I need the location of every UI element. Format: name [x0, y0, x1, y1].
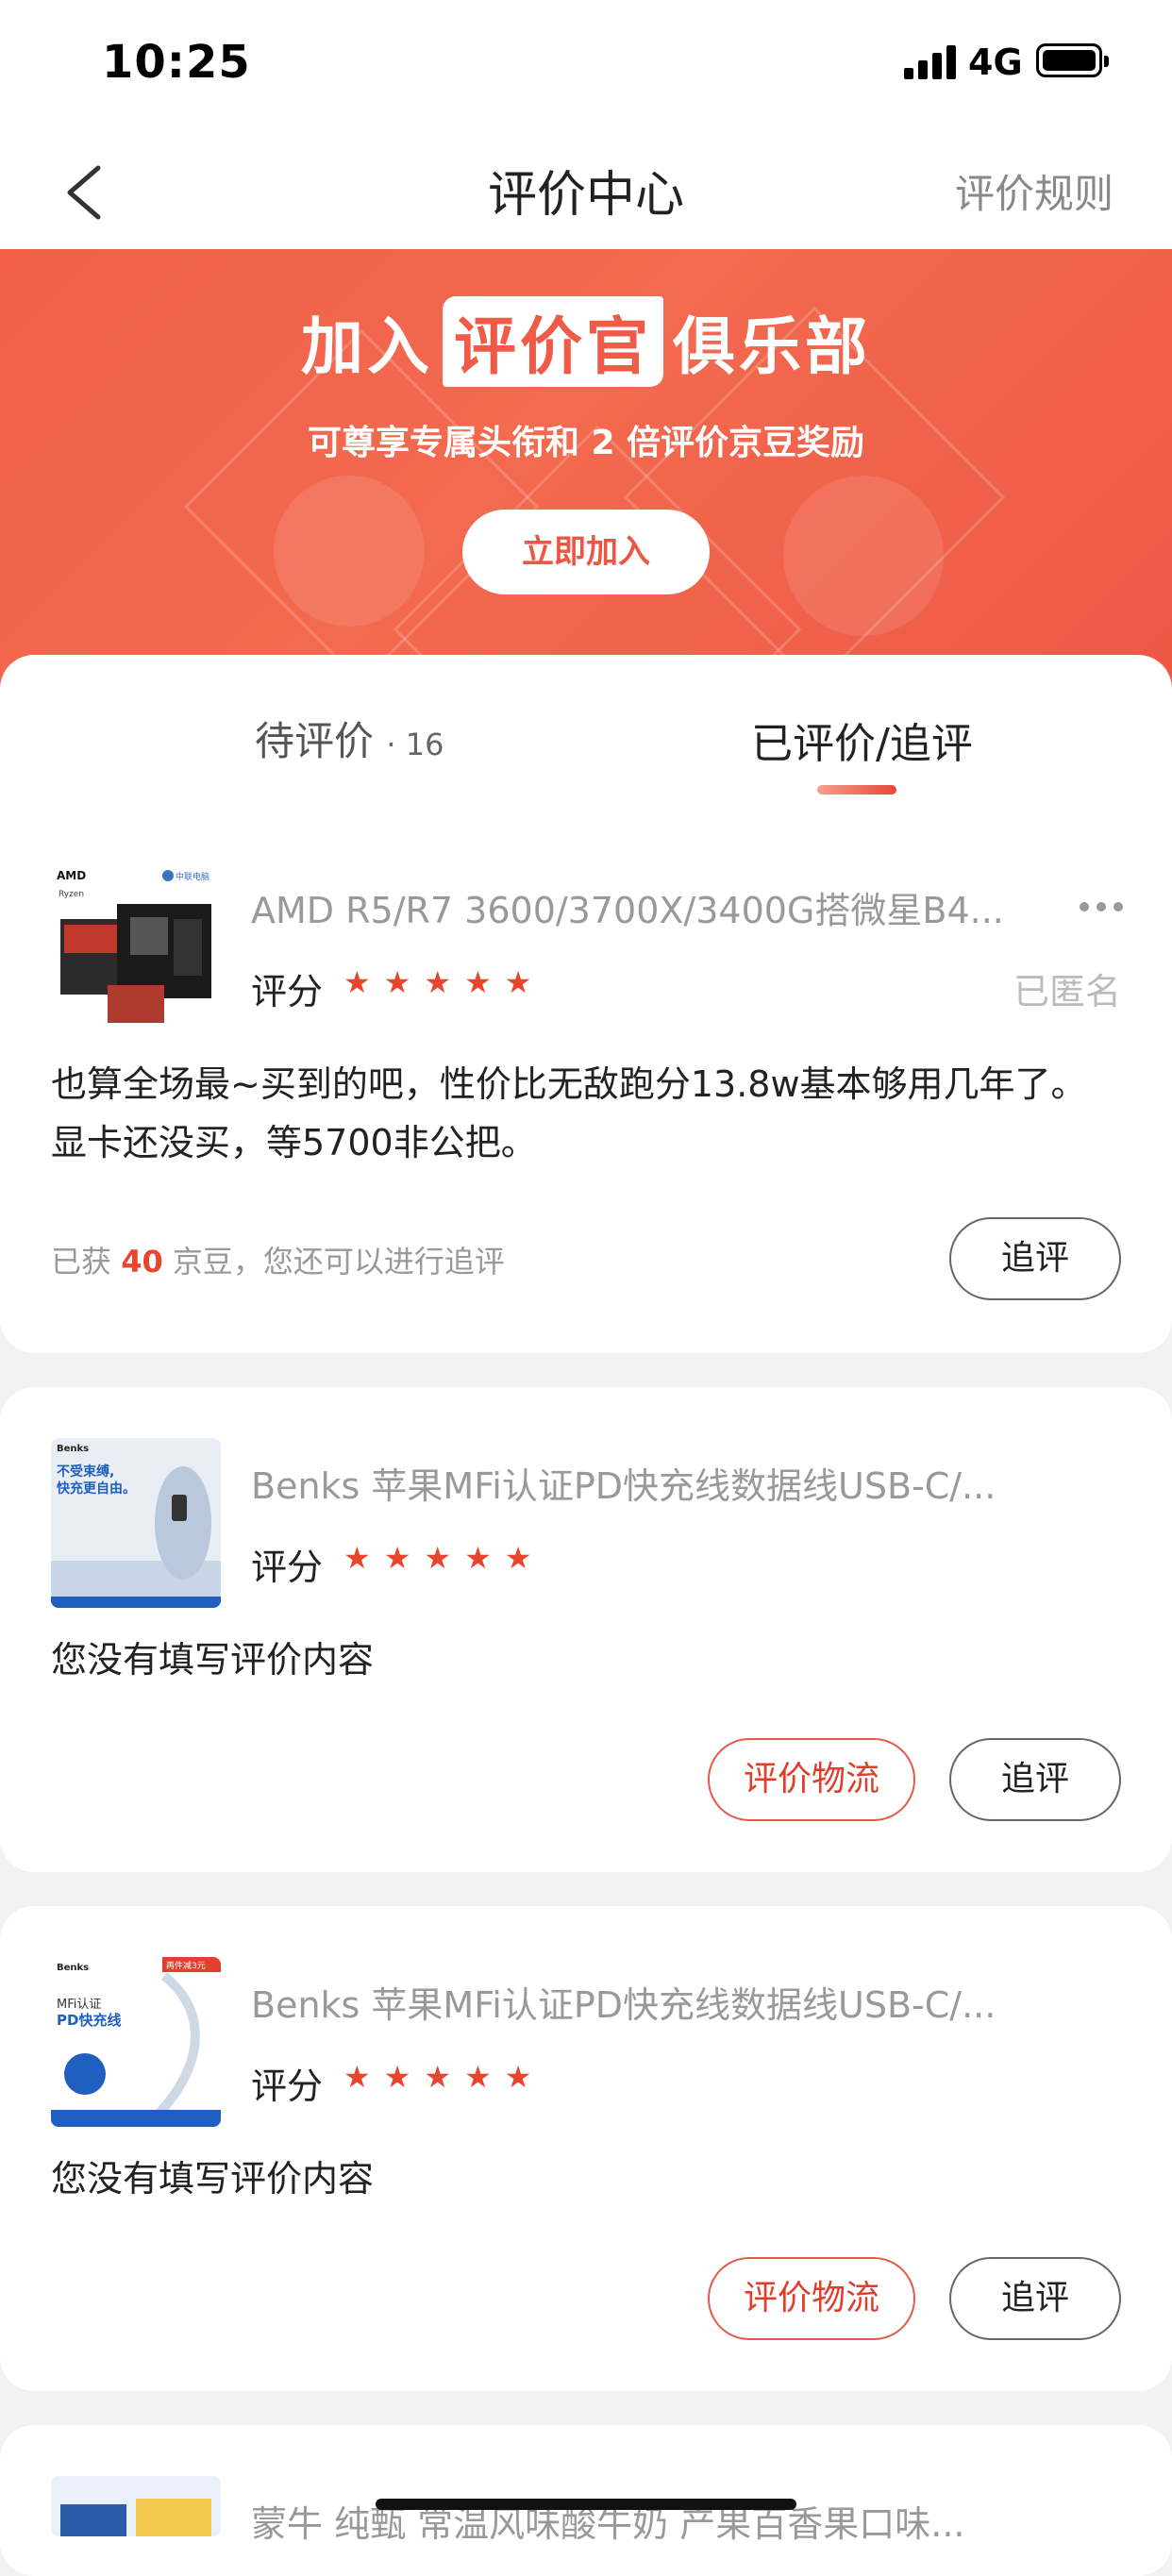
review-text: 也算全场最~买到的吧，性价比无敌跑分13.8w基本够用几年了。显卡还没买，等57… — [51, 1063, 1087, 1163]
tab-pending[interactable]: 待评价 · 16 — [255, 710, 444, 767]
product-thumbnail[interactable]: Benks 不受束缚, 快充更自由。 — [51, 1438, 221, 1608]
thumb-brand: Ryzen — [59, 890, 84, 899]
tab-pending-separator: · — [386, 727, 396, 762]
signal-icon — [904, 43, 957, 79]
beans-earned: 已获 40 京豆，您还可以进行追评 — [51, 1238, 505, 1281]
review-card: Benks 不受束缚, 快充更自由。 Benks 苹果MFi认证PD快充线数据线… — [0, 1387, 1172, 1872]
thumb-line1: 不受束缚, — [57, 1464, 114, 1480]
thumb-tag: 再件减3元 — [166, 1960, 206, 1971]
banner-title: 加入 评价官 俱乐部 — [0, 296, 1172, 387]
review-card: 再件减3元 Benks MFi认证 PD快充线 Benks 苹果MFi认证PD快… — [0, 1906, 1172, 2391]
battery-icon — [1036, 43, 1109, 77]
active-tab-indicator — [817, 785, 896, 795]
thumb-text: AMD — [57, 869, 86, 882]
review-text: 您没有填写评价内容 — [51, 1639, 375, 1681]
home-indicator[interactable] — [376, 2499, 796, 2510]
thumb-brand: Benks — [57, 1444, 89, 1454]
rating-stars: ★★★★★ — [343, 964, 545, 1000]
tab-pending-count: 16 — [405, 727, 444, 762]
beans-prefix: 已获 — [51, 1244, 112, 1280]
beans-suffix: 京豆，您还可以进行追评 — [172, 1244, 505, 1280]
status-time: 10:25 — [102, 36, 251, 89]
rating-label: 评分 — [251, 971, 324, 1012]
product-name[interactable]: Benks 苹果MFi认证PD快充线数据线USB-C/... — [251, 1976, 996, 2028]
anonymous-badge: 已匿名 — [1013, 971, 1121, 1012]
rating-stars: ★★★★★ — [343, 2059, 545, 2095]
review-rules-link[interactable]: 评价规则 — [955, 162, 1113, 220]
thumb-line2: 快充更自由。 — [57, 1480, 136, 1497]
review-text: 您没有填写评价内容 — [51, 2158, 375, 2200]
review-list-card: 待评价 · 16 已评价/追评 AMD Ryzen 中联电脑 AMD R5/R7… — [0, 655, 1172, 1353]
product-thumbnail[interactable]: AMD Ryzen 中联电脑 — [51, 862, 221, 1032]
network-type: 4G — [968, 42, 1023, 83]
tab-pending-label: 待评价 — [255, 718, 375, 764]
product-thumbnail[interactable] — [51, 2476, 221, 2536]
followup-review-button[interactable]: 追评 — [949, 1217, 1121, 1300]
banner-subtitle: 可尊享专属头衔和 2 倍评价京豆奖励 — [307, 424, 865, 462]
more-options-icon[interactable] — [1080, 902, 1123, 913]
banner-title-suffix: 俱乐部 — [673, 310, 871, 383]
rating-label: 评分 — [251, 2066, 324, 2107]
product-name[interactable]: AMD R5/R7 3600/3700X/3400G搭微星B4... — [251, 881, 1004, 933]
product-name[interactable]: Benks 苹果MFi认证PD快充线数据线USB-C/... — [251, 1457, 996, 1509]
rate-logistics-button[interactable]: 评价物流 — [708, 1738, 915, 1821]
thumb-line1: MFi认证 — [57, 1998, 101, 2012]
banner-title-highlight: 评价官 — [443, 296, 663, 387]
nav-bar: 评价中心 评价规则 — [0, 132, 1172, 249]
thumb-badge: 中联电脑 — [176, 871, 209, 882]
banner-decoration — [274, 476, 425, 627]
banner-title-prefix: 加入 — [301, 310, 433, 383]
rating-label: 评分 — [251, 1547, 324, 1588]
status-bar: 10:25 4G — [0, 0, 1172, 132]
product-thumbnail[interactable]: 再件减3元 Benks MFi认证 PD快充线 — [51, 1957, 221, 2127]
banner-decoration — [783, 476, 944, 636]
followup-review-button[interactable]: 追评 — [949, 1738, 1121, 1821]
join-now-button[interactable]: 立即加入 — [462, 510, 710, 594]
tab-reviewed[interactable]: 已评价/追评 — [751, 710, 973, 770]
beans-count: 40 — [121, 1244, 163, 1280]
thumb-line2: PD快充线 — [57, 2012, 121, 2029]
followup-review-button[interactable]: 追评 — [949, 2257, 1121, 2340]
rating-stars: ★★★★★ — [343, 1540, 545, 1576]
rate-logistics-button[interactable]: 评价物流 — [708, 2257, 915, 2340]
club-banner: 加入 评价官 俱乐部 可尊享专属头衔和 2 倍评价京豆奖励 立即加入 — [0, 249, 1172, 693]
thumb-brand: Benks — [57, 1963, 89, 1973]
